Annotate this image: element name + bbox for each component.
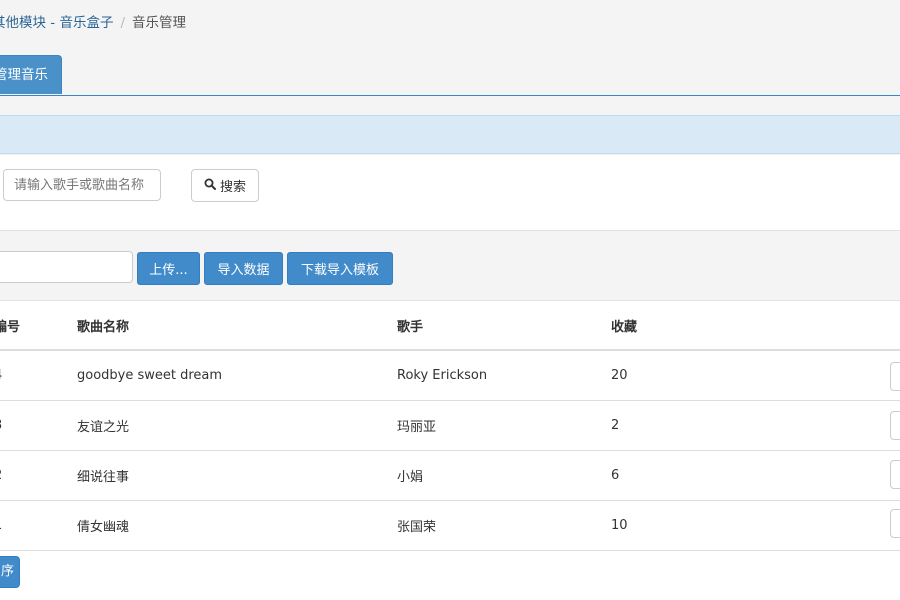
cell-title: 细说往事	[77, 450, 397, 501]
row-action-button[interactable]	[890, 362, 900, 391]
cell-artist: 小娟	[397, 450, 611, 501]
cell-title: 倩女幽魂	[77, 500, 397, 551]
bottom-action-button[interactable]: 序	[0, 556, 20, 588]
cell-artist: Roky Erickson	[397, 350, 611, 401]
tab-strip: 管理音乐	[0, 55, 900, 96]
column-header-id: 编号	[0, 301, 77, 351]
column-header-title: 歌曲名称	[77, 301, 397, 351]
tab-manage-music[interactable]: 管理音乐	[0, 55, 62, 94]
table-row: 1 倩女幽魂 张国荣 10	[0, 500, 900, 551]
import-data-button-label: 导入数据	[217, 263, 270, 278]
cell-id: 4	[0, 350, 77, 401]
search-icon	[204, 178, 216, 194]
bottom-action-button-label: 序	[0, 564, 14, 579]
cell-favorites: 20	[611, 350, 900, 401]
column-header-favorites: 收藏	[611, 301, 900, 351]
cell-favorites: 10	[611, 500, 900, 551]
cell-favorites: 2	[611, 400, 900, 451]
table-row: 2 细说往事 小娟 6	[0, 450, 900, 501]
table-row: 3 友谊之光 玛丽亚 2	[0, 400, 900, 451]
upload-button-label: 上传...	[149, 263, 188, 278]
music-table: 编号 歌曲名称 歌手 收藏 4 goodbye sweet dream Roky…	[0, 301, 900, 551]
row-action-button[interactable]	[890, 460, 900, 489]
search-button-label: 搜索	[219, 180, 246, 195]
cell-id: 2	[0, 450, 77, 501]
import-data-button[interactable]: 导入数据	[204, 252, 283, 285]
breadcrumb-current: 音乐管理	[132, 15, 187, 31]
cell-artist: 玛丽亚	[397, 400, 611, 451]
cell-id: 1	[0, 500, 77, 551]
table-header-row: 编号 歌曲名称 歌手 收藏	[0, 301, 900, 351]
cell-favorites: 6	[611, 450, 900, 501]
download-template-button[interactable]: 下载导入模板	[287, 252, 393, 285]
info-band	[0, 115, 900, 154]
upload-toolbar: 上传... 导入数据 下载导入模板	[0, 231, 900, 301]
upload-button[interactable]: 上传...	[137, 252, 200, 285]
table-row: 4 goodbye sweet dream Roky Erickson 20	[0, 350, 900, 401]
music-table-area: 编号 歌曲名称 歌手 收藏 4 goodbye sweet dream Roky…	[0, 301, 900, 600]
search-button[interactable]: 搜索	[191, 169, 259, 202]
breadcrumb-separator: /	[120, 15, 126, 31]
cell-title: goodbye sweet dream	[77, 350, 397, 401]
row-action-button[interactable]	[890, 509, 900, 538]
cell-id: 3	[0, 400, 77, 451]
search-input[interactable]	[3, 169, 161, 201]
tab-label: 管理音乐	[0, 67, 48, 83]
row-action-button[interactable]	[890, 411, 900, 440]
breadcrumb-link[interactable]: 其他模块 - 音乐盒子	[0, 15, 113, 31]
search-area: 搜索	[0, 155, 900, 231]
cell-title: 友谊之光	[77, 400, 397, 451]
column-header-artist: 歌手	[397, 301, 611, 351]
file-path-field[interactable]	[0, 251, 133, 283]
download-template-button-label: 下载导入模板	[300, 263, 379, 278]
cell-artist: 张国荣	[397, 500, 611, 551]
breadcrumb: 其他模块 - 音乐盒子 / 音乐管理	[0, 11, 186, 31]
